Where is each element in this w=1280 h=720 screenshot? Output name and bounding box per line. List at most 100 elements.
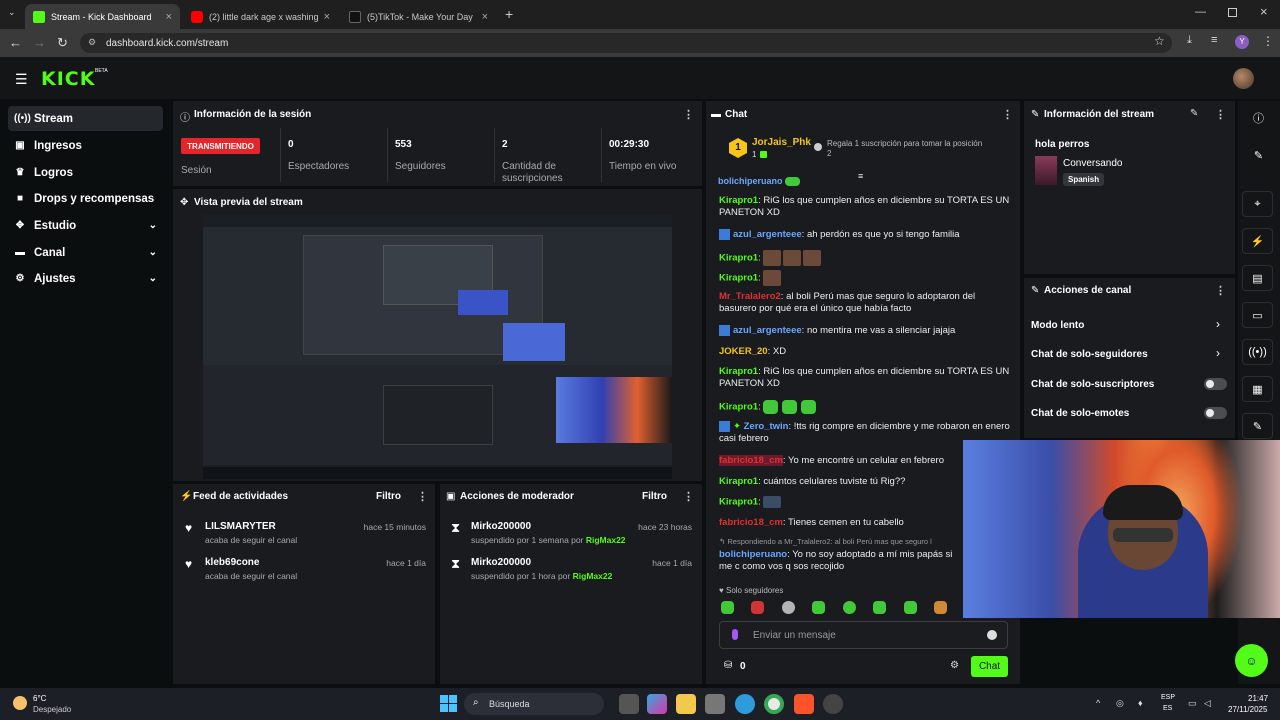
emote-icon[interactable] [903,601,917,614]
new-tab-button[interactable]: + [505,6,513,22]
emote-icon[interactable] [751,601,765,614]
followers-count: 553 [395,139,412,150]
followers-only-row[interactable]: Chat de solo-seguidores [1031,349,1148,360]
chat-menu-icon[interactable]: ⋮ [1002,108,1013,121]
edge-icon[interactable] [735,694,755,714]
points-icon[interactable]: ⛁ [724,660,732,671]
task-view-icon[interactable] [619,694,639,714]
stream-info-menu-icon[interactable]: ⋮ [1215,108,1226,121]
mod-filter-button[interactable]: Filtro [642,491,667,502]
gift-icon [760,151,767,158]
edit-pencil-icon[interactable]: ✎ [1190,108,1198,119]
chevron-right-icon[interactable]: › [1216,317,1220,331]
copilot-icon[interactable] [647,694,667,714]
chat-bubble-icon[interactable]: ▭ [1242,302,1273,328]
chevron-right-icon[interactable]: › [1216,346,1220,360]
reply-context[interactable]: ↰ Respondiendo a Mr_Tralalero2: al boli … [719,537,963,548]
slow-mode-row[interactable]: Modo lento [1031,320,1084,331]
obs-icon[interactable] [823,694,843,714]
minimize-button[interactable]: — [1195,6,1206,18]
microphone-icon[interactable]: ♦ [1138,698,1143,708]
emotes-only-toggle[interactable] [1204,407,1227,419]
browser-menu-icon[interactable]: ⋮ [1262,34,1274,48]
tools-icon[interactable]: ✎ [1242,413,1273,439]
close-window-button[interactable]: × [1260,4,1268,19]
subs-only-toggle[interactable] [1204,378,1227,390]
input-language[interactable]: ESP [1161,694,1175,701]
sidebar-item-ajustes[interactable]: ⚙ Ajustes ⌄ [8,266,163,291]
browser-tab-kick[interactable]: Stream - Kick Dashboard × [25,4,180,29]
clock-time[interactable]: 21:47 [1248,694,1268,703]
browser-tab-youtube[interactable]: (2) little dark age x washing ma × [183,4,338,29]
gift-prompt[interactable]: Regala 1 suscripción para tomar la posic… [827,139,997,159]
layout-icon[interactable]: ▦ [1242,376,1273,402]
store-icon[interactable] [705,694,725,714]
mod-menu-icon[interactable]: ⋮ [683,490,694,503]
back-icon[interactable]: ← [9,35,22,50]
browser-tab-tiktok[interactable]: (5)TikTok - Make Your Day × [341,4,496,29]
media-controls-icon[interactable]: ≡ [1211,34,1217,46]
sidebar-item-canal[interactable]: ▬ Canal ⌄ [8,240,163,265]
network-icon[interactable]: ◎ [1116,698,1124,709]
close-tab-icon[interactable]: × [324,11,330,23]
sidebar-item-stream[interactable]: ((•)) Stream [8,106,163,131]
channel-actions-menu-icon[interactable]: ⋮ [1215,284,1226,297]
emote-icon[interactable] [873,601,887,614]
close-tab-icon[interactable]: × [166,11,172,23]
focus-icon[interactable]: ⌖ [1242,191,1273,217]
downloads-icon[interactable]: ⤓ [1187,34,1192,47]
close-tab-icon[interactable]: × [482,11,488,23]
weather-temp[interactable]: 6°C [33,694,46,703]
show-hidden-icons[interactable]: ^ [1096,698,1100,708]
weather-desc: Despejado [33,705,72,714]
session-menu-icon[interactable]: ⋮ [683,108,694,121]
bookmark-star-icon[interactable]: ☆ [1154,34,1165,48]
chrome-icon[interactable] [764,694,784,714]
hourglass-icon: ⧗ [451,520,461,535]
chat-message: Kirapro1: RiG los que cumplen años en di… [719,195,1010,218]
chat-settings-icon[interactable]: ⚙ [950,660,959,671]
microphone-icon[interactable] [732,629,738,640]
feed-menu-icon[interactable]: ⋮ [417,490,428,503]
support-chat-icon[interactable]: ☺ [1235,644,1268,677]
wifi-icon[interactable]: ▭ [1188,698,1197,709]
sidebar-item-drops[interactable]: ■ Drops y recompensas [8,186,163,211]
lightning-icon[interactable]: ⚡ [1242,228,1273,254]
user-avatar[interactable] [1233,68,1254,89]
profile-avatar[interactable]: Y [1235,35,1249,49]
volume-icon[interactable]: ◁ [1204,698,1211,709]
site-info-icon[interactable]: ⚙ [88,37,96,48]
reload-icon[interactable]: ↻ [57,35,68,51]
feed-filter-button[interactable]: Filtro [376,491,401,502]
file-explorer-icon[interactable] [676,694,696,714]
emote-icon[interactable] [842,601,856,614]
hamburger-menu-icon[interactable]: ☰ [15,71,28,88]
pencil-icon[interactable]: ✎ [1242,142,1275,168]
top-gifter-name[interactable]: JorJais_Phk [752,137,811,148]
emote-icon[interactable] [721,601,734,614]
emote-icon[interactable] [933,601,947,614]
taskbar-search[interactable]: ⌕ Búsqueda [464,693,604,715]
category-thumbnail[interactable] [1035,156,1057,185]
broadcast-icon[interactable]: ((•)) [1242,339,1273,365]
sidebar-item-ingresos[interactable]: ▣ Ingresos [8,133,163,158]
forward-icon[interactable]: → [33,35,46,50]
stream-preview-video[interactable] [203,215,672,479]
sidebar-item-estudio[interactable]: ✥ Estudio ⌄ [8,213,163,238]
brave-icon[interactable] [794,694,814,714]
emote-icon[interactable] [781,601,795,614]
tab-list-button[interactable]: ⌄ [8,7,16,18]
info-icon[interactable]: ⓘ [1242,105,1275,131]
sidebar-item-logros[interactable]: ♛ Logros [8,160,163,185]
chat-title: Chat [725,109,748,120]
clipboard-icon[interactable]: ▤ [1242,265,1273,291]
address-bar[interactable]: ⚙ dashboard.kick.com/stream [80,33,1172,53]
maximize-button[interactable] [1228,8,1237,17]
emote-icon[interactable] [812,601,826,614]
kick-logo[interactable]: KICK [41,68,95,90]
category-name[interactable]: Conversando [1063,158,1122,169]
chat-input[interactable]: Enviar un mensaje [719,621,1008,649]
emoji-picker-icon[interactable] [987,630,997,640]
send-chat-button[interactable]: Chat [971,656,1008,677]
windows-start-icon[interactable] [440,695,457,712]
